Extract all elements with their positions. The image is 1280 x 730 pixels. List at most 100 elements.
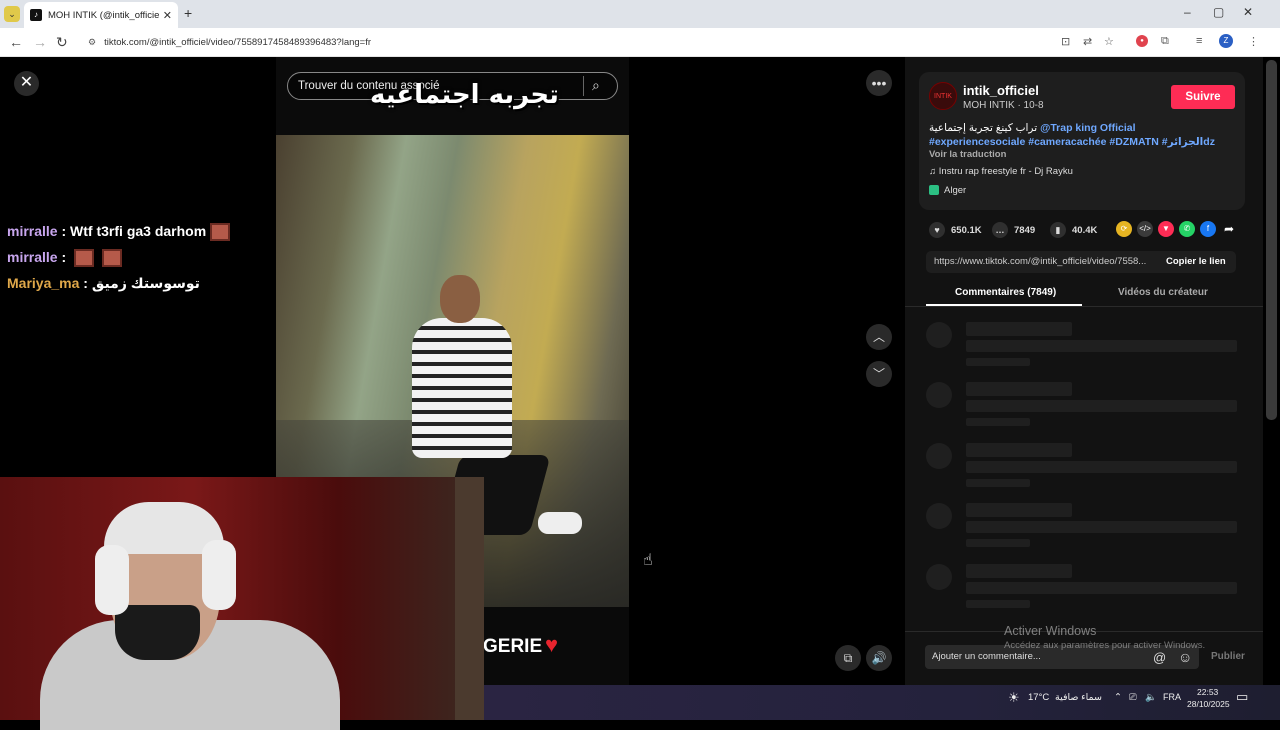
scrollbar-thumb[interactable]: [1266, 60, 1277, 420]
url-field[interactable]: ⚙ tiktok.com/@intik_officiel/video/75589…: [78, 32, 1132, 53]
streamer-mask: [115, 605, 200, 660]
skeleton-avatar: [926, 443, 952, 469]
skeleton-line: [966, 358, 1030, 366]
hashtag-link[interactable]: #experiencesociale: [929, 136, 1025, 148]
clock-time[interactable]: 22:53: [1197, 687, 1218, 697]
hashtag-link[interactable]: #DZMATN: [1109, 136, 1158, 148]
tray-chevron-icon[interactable]: ⌃: [1114, 692, 1122, 703]
skeleton-line: [966, 382, 1072, 396]
reload-icon[interactable]: ↻: [56, 34, 68, 51]
chat-message: mirralle : Wtf t3rfi ga3 darhom: [7, 223, 231, 242]
bookmark-star-icon[interactable]: ☆: [1104, 35, 1114, 48]
facebook-icon[interactable]: f: [1200, 221, 1216, 237]
heart-icon: ♥: [545, 632, 559, 657]
mention-at-icon[interactable]: @: [1153, 650, 1166, 665]
video-overlay-title: تجربه اجتماعيه: [370, 80, 559, 110]
skeleton-line: [966, 443, 1072, 457]
floating-player-icon[interactable]: ⧉: [835, 645, 861, 671]
activate-windows-subtitle: Accédez aux paramètres pour activer Wind…: [1004, 640, 1206, 651]
install-app-icon[interactable]: ⊡: [1061, 35, 1070, 48]
author-avatar[interactable]: INTIK: [929, 82, 957, 110]
chat-message: Mariya_ma : توسوستك زميق: [7, 275, 200, 291]
see-translation-link[interactable]: Voir la traduction: [929, 149, 1006, 160]
tab-menu-icon[interactable]: ⌄: [4, 6, 20, 22]
more-options-icon[interactable]: •••: [866, 70, 892, 96]
person-head: [440, 275, 480, 323]
site-info-icon[interactable]: ⚙: [88, 37, 96, 48]
chat-message: mirralle :: [7, 249, 123, 268]
music-note-icon: ♫: [929, 166, 939, 177]
whatsapp-icon[interactable]: ✆: [1179, 221, 1195, 237]
skeleton-line: [966, 503, 1072, 517]
mouse-cursor-icon: ☝: [643, 552, 653, 569]
music-info[interactable]: ♫ Instru rap freestyle fr - Dj Rayku: [929, 166, 1073, 177]
location-info[interactable]: Alger: [929, 185, 966, 196]
back-icon[interactable]: ←: [9, 34, 23, 50]
forward-icon[interactable]: →: [33, 34, 47, 50]
tab-comments[interactable]: Commentaires (7849): [955, 287, 1056, 298]
repost-icon[interactable]: ⟳: [1116, 221, 1132, 237]
person-body: [412, 318, 512, 458]
send-icon[interactable]: ▼: [1158, 221, 1174, 237]
minimize-icon[interactable]: –: [1184, 5, 1191, 19]
volume-icon[interactable]: 🔊: [866, 645, 892, 671]
tab-creator-videos[interactable]: Vidéos du créateur: [1118, 287, 1208, 298]
search-divider: [583, 76, 584, 96]
like-button[interactable]: ♥ 650.1K: [929, 222, 982, 238]
emote-icon: [102, 249, 123, 268]
reading-list-icon[interactable]: ≡: [1196, 35, 1202, 47]
follow-button[interactable]: Suivre: [1171, 85, 1235, 109]
embed-icon[interactable]: </>: [1137, 221, 1153, 237]
close-window-icon[interactable]: ✕: [1243, 5, 1253, 19]
publish-button[interactable]: Publier: [1211, 651, 1245, 662]
network-icon[interactable]: ⎚: [1129, 692, 1137, 703]
previous-video-icon[interactable]: ︿: [866, 324, 892, 350]
comment-button[interactable]: … 7849: [992, 222, 1035, 238]
skeleton-avatar: [926, 564, 952, 590]
browser-tab[interactable]: ♪ MOH INTIK (@intik_officiel) | Ti ✕: [24, 2, 178, 28]
hashtag-link[interactable]: #الجزائرdz: [1162, 136, 1215, 148]
translate-icon[interactable]: ⇄: [1083, 35, 1092, 48]
next-video-icon[interactable]: ﹀: [866, 361, 892, 387]
save-button[interactable]: ▮ 40.4K: [1050, 222, 1097, 238]
bookmark-icon: ▮: [1050, 222, 1066, 238]
activate-windows-title: Activer Windows: [1004, 624, 1097, 638]
skeleton-line: [966, 340, 1237, 352]
share-icon[interactable]: ➦: [1221, 221, 1237, 237]
skeleton-line: [966, 539, 1030, 547]
browser-menu-icon[interactable]: ⋮: [1248, 35, 1259, 48]
chat-username: Mariya_ma: [7, 275, 80, 291]
skeleton-line: [966, 418, 1030, 426]
chat-username: mirralle: [7, 223, 58, 239]
tab-divider: [905, 306, 1263, 307]
new-tab-icon[interactable]: +: [184, 5, 192, 21]
tab-title: MOH INTIK (@intik_officiel) | Ti: [48, 9, 159, 21]
temperature[interactable]: 17°C: [1028, 692, 1049, 703]
notification-icon[interactable]: ▭: [1236, 689, 1248, 705]
clock-date[interactable]: 28/10/2025: [1187, 699, 1230, 709]
close-tab-icon[interactable]: ✕: [163, 9, 172, 22]
author-username[interactable]: intik_officiel: [963, 83, 1039, 98]
emote-icon: [210, 223, 231, 242]
search-icon[interactable]: ⌕: [592, 77, 600, 94]
url-text: tiktok.com/@intik_officiel/video/7558917…: [104, 37, 372, 48]
post-description: تراب كينغ تجربة إجتماعية @Trap king Offi…: [929, 122, 1215, 148]
weather-icon[interactable]: ☀: [1008, 690, 1020, 706]
extensions-puzzle-icon[interactable]: ⧉: [1161, 35, 1169, 48]
chat-text: Wtf t3rfi ga3 darhom: [70, 223, 207, 239]
maximize-icon[interactable]: ▢: [1213, 5, 1224, 19]
close-video-button[interactable]: ✕: [14, 71, 39, 96]
emoji-icon[interactable]: ☺: [1178, 649, 1192, 665]
emote-icon: [74, 249, 95, 268]
extension-icon[interactable]: ●: [1136, 35, 1148, 47]
skeleton-avatar: [926, 322, 952, 348]
profile-avatar[interactable]: Z: [1219, 34, 1233, 48]
weather-description[interactable]: سماء صافية: [1055, 692, 1102, 703]
speaker-icon[interactable]: 🔈: [1145, 692, 1157, 703]
language-indicator[interactable]: FRA: [1163, 692, 1181, 702]
tiktok-favicon-icon: ♪: [30, 9, 42, 21]
hashtag-link[interactable]: #cameracachée: [1028, 136, 1106, 148]
video-caption-text: GERIE: [483, 636, 543, 657]
mention-link[interactable]: @Trap king Official: [1040, 122, 1135, 134]
copy-link-button[interactable]: Copier le lien: [1166, 256, 1226, 267]
